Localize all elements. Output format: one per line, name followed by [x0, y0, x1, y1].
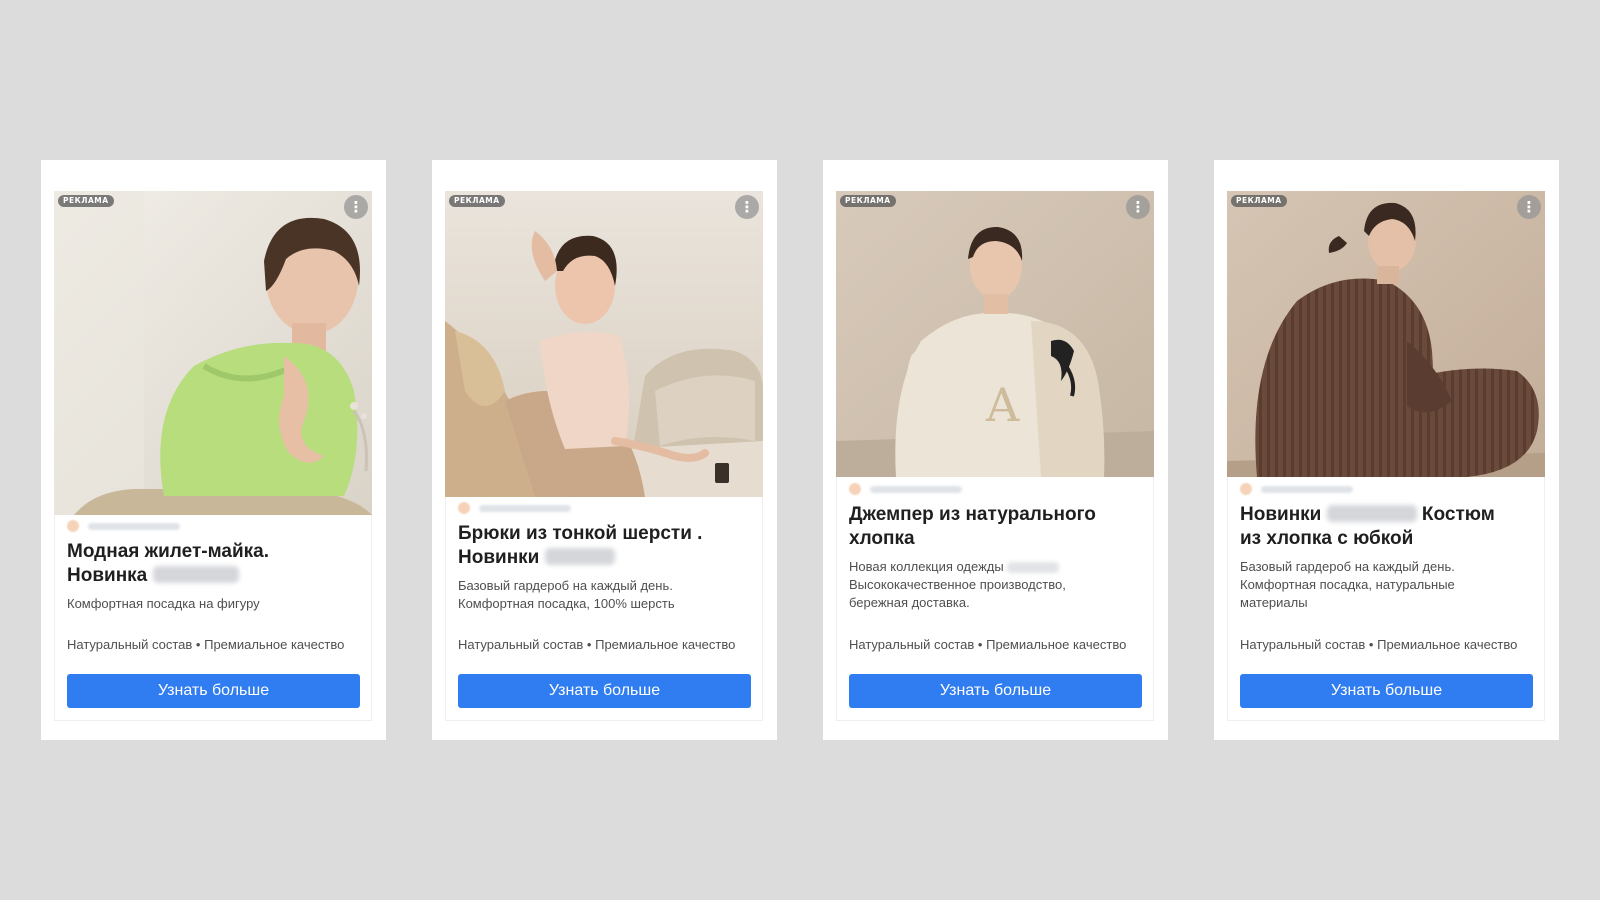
- description-line: Комфортная посадка, натуральные: [1240, 577, 1455, 592]
- ad-title[interactable]: Новинки Костюм из хлопка с юбкой: [1240, 503, 1536, 551]
- ad-card-content[interactable]: РЕКЛАМА ⋮ Модная жилет-майка. Новинка Ко…: [54, 191, 372, 721]
- domain-text-blurred: [88, 522, 180, 530]
- favicon-icon: [458, 502, 470, 514]
- ad-title[interactable]: Джемпер из натурального хлопка: [849, 503, 1145, 551]
- domain-text-blurred: [1261, 485, 1353, 493]
- favicon-icon: [67, 520, 79, 532]
- photo-woman-on-sofa: [445, 191, 763, 497]
- ad-card-content[interactable]: РЕКЛАМА ⋮ Брюки из тонкой шерсти . Новин…: [445, 191, 763, 721]
- ad-title[interactable]: Модная жилет-майка. Новинка: [67, 540, 363, 588]
- title-line: Новинки: [458, 547, 540, 568]
- learn-more-button[interactable]: Узнать больше: [67, 674, 360, 708]
- ad-features: Натуральный состав • Премиальное качеств…: [849, 637, 1127, 652]
- more-options-icon[interactable]: ⋮: [344, 195, 368, 219]
- title-line: из хлопка с юбкой: [1240, 528, 1414, 549]
- description-line: Базовый гардероб на каждый день.: [1240, 559, 1455, 574]
- description-line: Комфортная посадка на фигуру: [67, 596, 260, 611]
- ad-card[interactable]: A РЕКЛАМА ⋮ Джемпер из натурального хлоп…: [823, 160, 1168, 740]
- title-line: Новинки: [1240, 504, 1322, 525]
- photo-woman-brown-knit-suit: [1227, 191, 1545, 477]
- more-options-icon[interactable]: ⋮: [1126, 195, 1150, 219]
- description-line: Базовый гардероб на каждый день.: [458, 578, 673, 593]
- description-line: Высококачественное производство,: [849, 577, 1066, 592]
- ad-features: Натуральный состав • Премиальное качеств…: [67, 637, 345, 652]
- ad-card-content[interactable]: РЕКЛАМА ⋮ Новинки Костюм из хлопка с юбк…: [1227, 191, 1545, 721]
- advertiser-domain[interactable]: [458, 502, 571, 514]
- title-line: Брюки из тонкой шерсти .: [458, 523, 703, 544]
- ad-description: Базовый гардероб на каждый день. Комфорт…: [458, 577, 758, 613]
- ad-title[interactable]: Брюки из тонкой шерсти . Новинки: [458, 522, 754, 570]
- title-line: Новинка: [67, 565, 148, 586]
- domain-text-blurred: [870, 485, 962, 493]
- title-line: Джемпер из натурального: [849, 504, 1096, 525]
- description-line: материалы: [1240, 595, 1308, 610]
- brand-name-blurred: [152, 566, 239, 583]
- ad-description: Комфортная посадка на фигуру: [67, 595, 367, 613]
- ad-image[interactable]: A РЕКЛАМА ⋮: [836, 191, 1154, 477]
- more-options-icon[interactable]: ⋮: [1517, 195, 1541, 219]
- ad-card[interactable]: РЕКЛАМА ⋮ Брюки из тонкой шерсти . Новин…: [432, 160, 777, 740]
- description-line: Новая коллекция одежды: [849, 559, 1004, 574]
- description-line: бережная доставка.: [849, 595, 970, 610]
- ad-features: Натуральный состав • Премиальное качеств…: [458, 637, 736, 652]
- brand-name-blurred: [544, 548, 615, 565]
- svg-text:A: A: [985, 378, 1020, 432]
- domain-text-blurred: [479, 504, 571, 512]
- more-options-icon[interactable]: ⋮: [735, 195, 759, 219]
- learn-more-button[interactable]: Узнать больше: [458, 674, 751, 708]
- advertiser-domain[interactable]: [849, 483, 962, 495]
- advertiser-domain[interactable]: [1240, 483, 1353, 495]
- brand-name-blurred: [1326, 505, 1417, 522]
- learn-more-button[interactable]: Узнать больше: [849, 674, 1142, 708]
- learn-more-button[interactable]: Узнать больше: [1240, 674, 1533, 708]
- title-line: хлопка: [849, 528, 915, 549]
- ad-image[interactable]: РЕКЛАМА ⋮: [1227, 191, 1545, 477]
- ad-image[interactable]: РЕКЛАМА ⋮: [445, 191, 763, 497]
- brand-name-blurred: [1007, 562, 1060, 573]
- description-line: Комфортная посадка, 100% шерсть: [458, 596, 675, 611]
- photo-woman-green-vest: [54, 191, 372, 515]
- photo-woman-white-jumper: A: [836, 191, 1154, 477]
- ad-image[interactable]: РЕКЛАМА ⋮: [54, 191, 372, 515]
- ad-label-badge: РЕКЛАМА: [58, 195, 114, 207]
- title-line: Модная жилет-майка.: [67, 541, 269, 562]
- ad-label-badge: РЕКЛАМА: [1231, 195, 1287, 207]
- favicon-icon: [1240, 483, 1252, 495]
- title-line: Костюм: [1421, 504, 1495, 525]
- ad-label-badge: РЕКЛАМА: [840, 195, 896, 207]
- ad-label-badge: РЕКЛАМА: [449, 195, 505, 207]
- ad-card[interactable]: РЕКЛАМА ⋮ Модная жилет-майка. Новинка Ко…: [41, 160, 386, 740]
- ad-card[interactable]: РЕКЛАМА ⋮ Новинки Костюм из хлопка с юбк…: [1214, 160, 1559, 740]
- ad-card-content[interactable]: A РЕКЛАМА ⋮ Джемпер из натурального хлоп…: [836, 191, 1154, 721]
- ad-description: Новая коллекция одежды Высококачественно…: [849, 558, 1149, 612]
- ad-features: Натуральный состав • Премиальное качеств…: [1240, 637, 1518, 652]
- ad-description: Базовый гардероб на каждый день. Комфорт…: [1240, 558, 1540, 612]
- favicon-icon: [849, 483, 861, 495]
- advertiser-domain[interactable]: [67, 520, 180, 532]
